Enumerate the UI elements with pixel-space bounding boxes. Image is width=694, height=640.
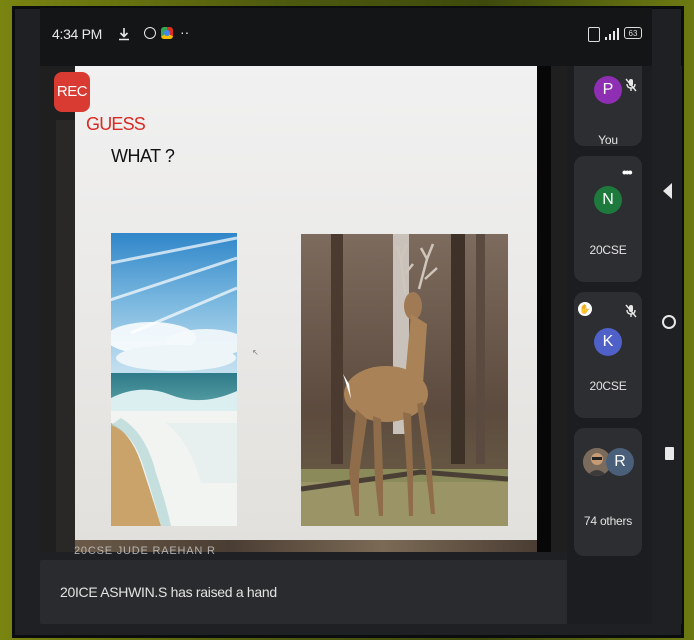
more-dots-icon: ·· xyxy=(180,24,190,40)
back-icon[interactable] xyxy=(663,183,672,199)
chrome-icon xyxy=(161,27,173,39)
participant-tile-k[interactable]: ✋ K 20CSE xyxy=(574,292,642,418)
mic-off-icon xyxy=(624,304,638,318)
avatar: K xyxy=(594,328,622,356)
more-options-icon[interactable]: ••• xyxy=(622,164,633,180)
notification-text: 20ICE ASHWIN.S has raised a hand xyxy=(60,584,277,600)
navigation-bar xyxy=(652,66,682,624)
battery-icon: 63 xyxy=(624,27,642,39)
volte-icon xyxy=(588,27,600,42)
presenter-name-strip: 20CSE JUDE RAEHAN R xyxy=(74,545,216,557)
signal-icon xyxy=(603,26,623,42)
whatsapp-icon xyxy=(144,27,156,39)
recents-icon[interactable] xyxy=(665,447,674,460)
participant-label: 74 others xyxy=(583,514,633,528)
download-icon xyxy=(118,27,130,41)
home-icon[interactable] xyxy=(662,315,676,329)
avatar: R xyxy=(606,448,634,476)
deer-photo xyxy=(301,234,508,526)
raised-hand-icon: ✋ xyxy=(578,302,592,316)
participant-label: You xyxy=(598,133,618,146)
participant-label: 20CSE xyxy=(589,243,627,257)
status-time: 4:34 PM xyxy=(52,26,103,42)
beach-photo xyxy=(111,233,237,526)
avatar: P xyxy=(594,76,622,104)
participant-label: 20CSE xyxy=(589,379,627,393)
mic-off-icon xyxy=(624,78,638,92)
participant-tile-you[interactable]: P You xyxy=(574,66,642,146)
slide-subtitle: WHAT ? xyxy=(111,146,175,166)
slide-left-edge xyxy=(56,120,75,552)
slide-title: GUESS xyxy=(86,114,146,134)
participant-tile-n[interactable]: ••• N 20CSE xyxy=(574,156,642,282)
slide-right-edge xyxy=(537,66,551,552)
avatar: N xyxy=(594,186,622,214)
participant-tile-others[interactable]: R 74 others xyxy=(574,428,642,556)
status-bar: 4:34 PM ·· 63 xyxy=(40,8,652,66)
cursor-icon: ↖ xyxy=(252,348,259,357)
recording-badge: REC xyxy=(54,72,90,112)
